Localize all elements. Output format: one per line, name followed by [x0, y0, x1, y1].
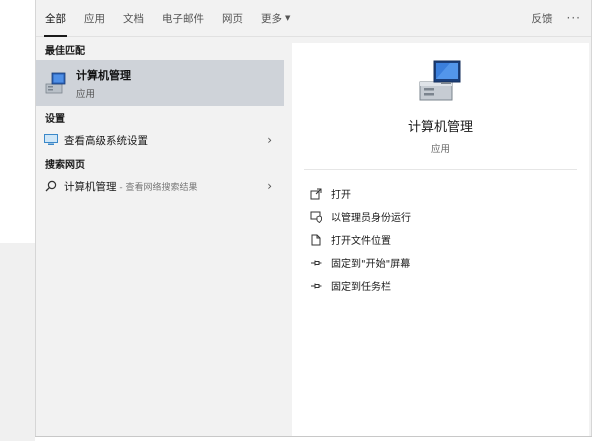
section-web-search: 搜索网页	[45, 159, 85, 171]
tab-label: 全部	[45, 12, 66, 25]
run-as-admin-action[interactable]: 以管理员身份运行	[310, 205, 589, 228]
monitor-settings-icon	[44, 134, 58, 145]
tab-email[interactable]: 电子邮件	[153, 0, 213, 37]
action-label: 打开文件位置	[331, 236, 391, 247]
web-result-suffix: - 查看网络搜索结果	[116, 182, 198, 193]
feedback-button[interactable]: 反馈	[518, 11, 567, 26]
search-panel: 全部 应用 文档 电子邮件 网页 更多 ▼ 反馈 ··· 最佳匹配 计算机管理 应…	[35, 0, 592, 436]
chevron-right-icon[interactable]: ›	[267, 179, 272, 193]
search-box-edge[interactable]	[35, 436, 592, 441]
caret-down-icon: ▼	[285, 14, 291, 22]
action-label: 打开	[331, 190, 351, 201]
settings-result-item[interactable]: 查看高级系统设置 ›	[36, 128, 284, 152]
tab-documents[interactable]: 文档	[114, 0, 153, 37]
action-label: 固定到"开始"屏幕	[331, 259, 411, 270]
tab-label: 电子邮件	[162, 12, 204, 25]
action-list: 打开 以管理员身份运行 打开文件位置 固定到"开始"屏幕 固定到任务栏	[292, 170, 589, 297]
best-match-type: 应用	[76, 88, 96, 100]
run-as-admin-icon	[310, 211, 322, 223]
tab-apps[interactable]: 应用	[75, 0, 114, 37]
pin-to-start-action[interactable]: 固定到"开始"屏幕	[310, 251, 589, 274]
settings-result-label: 查看高级系统设置	[64, 134, 148, 147]
detail-title: 计算机管理	[407, 120, 473, 135]
computer-management-icon	[419, 60, 460, 101]
detail-header: 计算机管理 应用	[304, 43, 577, 170]
more-options-icon[interactable]: ···	[567, 11, 591, 25]
best-match-name: 计算机管理	[76, 68, 131, 82]
tab-label: 更多	[261, 12, 282, 25]
section-best-match: 最佳匹配	[45, 45, 85, 57]
detail-pane: 计算机管理 应用 打开 以管理员身份运行 打开文件位置 固定到"开始"屏幕 固定…	[292, 43, 589, 436]
filter-tab-bar: 全部 应用 文档 电子邮件 网页 更多 ▼ 反馈 ···	[36, 0, 591, 37]
desktop-background-left	[0, 0, 35, 441]
tab-label: 文档	[123, 12, 144, 25]
open-action[interactable]: 打开	[310, 182, 589, 205]
tab-all[interactable]: 全部	[36, 0, 75, 37]
tab-more[interactable]: 更多 ▼	[252, 0, 299, 37]
detail-type: 应用	[430, 144, 450, 155]
pin-to-taskbar-action[interactable]: 固定到任务栏	[310, 274, 589, 297]
open-icon	[310, 188, 322, 199]
web-result-term: 计算机管理	[64, 180, 117, 193]
computer-management-icon	[45, 72, 66, 94]
action-label: 以管理员身份运行	[331, 213, 411, 224]
pin-start-icon	[311, 260, 322, 265]
tab-label: 网页	[222, 12, 243, 25]
section-settings: 设置	[45, 113, 65, 125]
web-result-label: 计算机管理 - 查看网络搜索结果	[64, 179, 267, 194]
action-label: 固定到任务栏	[331, 282, 391, 293]
web-result-item[interactable]: 计算机管理 - 查看网络搜索结果 ›	[36, 174, 284, 198]
tab-web[interactable]: 网页	[213, 0, 252, 37]
pin-taskbar-icon	[311, 283, 322, 288]
search-icon	[45, 180, 57, 192]
desktop-band	[0, 243, 35, 441]
results-list: 最佳匹配 计算机管理 应用 设置 查看高级系统设置 › 搜索网页 计算机管理 -…	[36, 38, 284, 436]
tab-label: 应用	[84, 12, 105, 25]
best-match-item[interactable]: 计算机管理 应用	[36, 60, 284, 106]
file-location-icon	[311, 234, 321, 245]
open-file-location-action[interactable]: 打开文件位置	[310, 228, 589, 251]
chevron-right-icon[interactable]: ›	[267, 133, 272, 147]
